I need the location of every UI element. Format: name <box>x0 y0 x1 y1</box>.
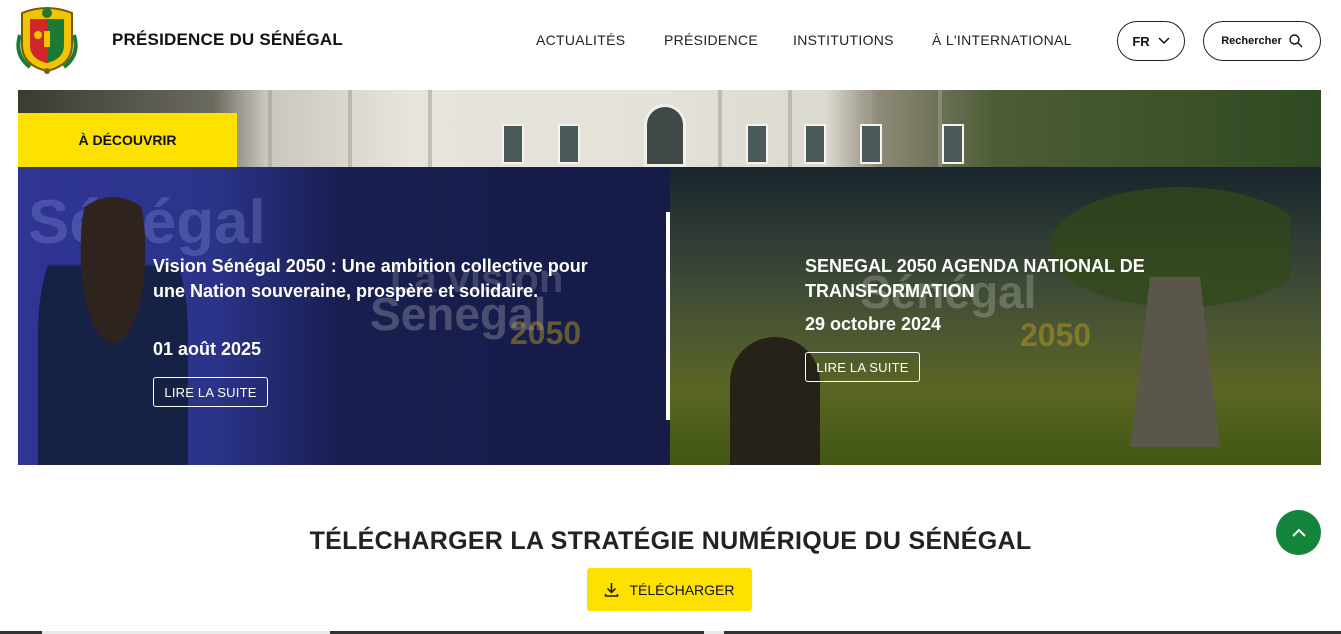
card-title-agenda-2050[interactable]: SENEGAL 2050 AGENDA NATIONAL DE TRANSFOR… <box>805 254 1225 304</box>
search-icon <box>1289 34 1303 48</box>
nav-item-international[interactable]: À L'INTERNATIONAL <box>932 32 1072 48</box>
search-label: Rechercher <box>1221 35 1282 47</box>
read-more-button-vision-2050[interactable]: LIRE LA SUITE <box>153 377 268 407</box>
read-more-button-agenda-2050[interactable]: LIRE LA SUITE <box>805 352 920 382</box>
download-section-title: TÉLÉCHARGER LA STRATÉGIE NUMÉRIQUE DU SÉ… <box>309 527 1032 555</box>
coat-of-arms-logo[interactable] <box>16 5 78 75</box>
news-card-agenda-2050[interactable]: Sénégal 2050 <box>670 167 1321 465</box>
card-title-vision-2050[interactable]: Vision Sénégal 2050 : Une ambition colle… <box>153 254 593 304</box>
download-button-label: TÉLÉCHARGER <box>629 581 735 598</box>
language-label: FR <box>1132 33 1150 49</box>
nav-item-institutions[interactable]: INSTITUTIONS <box>793 32 894 48</box>
nav-item-presidence[interactable]: PRÉSIDENCE <box>664 32 758 48</box>
scroll-to-top-button[interactable] <box>1276 510 1321 555</box>
search-button[interactable]: Rechercher <box>1203 21 1321 61</box>
download-icon <box>605 583 619 597</box>
card-date-vision-2050: 01 août 2025 <box>153 339 262 359</box>
language-selector[interactable]: FR <box>1117 21 1185 61</box>
card-date-agenda-2050: 29 octobre 2024 <box>805 314 942 334</box>
chevron-up-icon <box>1291 528 1306 537</box>
page: PRÉSIDENCE DU SÉNÉGAL ACTUALITÉS PRÉSIDE… <box>0 0 1341 634</box>
discover-badge: À DÉCOUVRIR <box>18 113 237 167</box>
site-title[interactable]: PRÉSIDENCE DU SÉNÉGAL <box>112 30 343 50</box>
site-header: PRÉSIDENCE DU SÉNÉGAL ACTUALITÉS PRÉSIDE… <box>0 0 1341 90</box>
nav-item-actualites[interactable]: ACTUALITÉS <box>536 32 625 48</box>
chevron-down-icon <box>1158 37 1170 45</box>
news-card-vision-2050[interactable]: Sénégal La vision Senegal 2050 <box>18 167 670 465</box>
download-button[interactable]: TÉLÉCHARGER <box>587 568 752 611</box>
